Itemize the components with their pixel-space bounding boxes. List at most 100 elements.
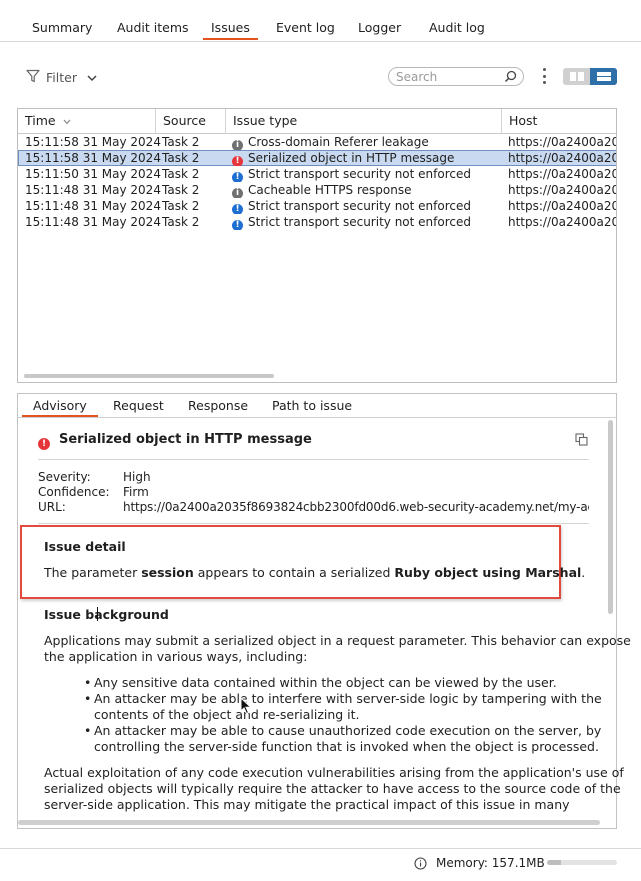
search-icon[interactable] [504,70,517,86]
cell-source: Task 2 [162,151,200,165]
column-header-issue-type[interactable]: Issue type [225,109,501,133]
main-tab-bar: Summary Audit items Issues Event log Log… [0,0,641,42]
cell-issue-type: i Cross-domain Referer leakage [232,134,429,150]
text-cursor [97,607,98,621]
tab-summary[interactable]: Summary [32,20,92,35]
column-label: Time [25,113,56,128]
chevron-down-icon [87,70,97,85]
table-row[interactable]: 15:11:48 31 May 2024 Task 2 ! Strict transp… [18,214,616,230]
advisory-vertical-scrollbar[interactable] [608,420,613,614]
table-horizontal-scrollbar[interactable] [24,374,274,378]
issue-background-heading: Issue background [44,607,169,622]
cell-host: https://0a2400a2035 [508,135,616,149]
background-intro: Applications may submit a serialized obj… [44,633,631,665]
copy-icon[interactable] [575,433,588,449]
cell-source: Task 2 [162,215,200,229]
cell-time: 15:11:48 31 May 2024 [25,199,161,213]
parameter-name: session [141,565,194,580]
cell-time: 15:11:48 31 May 2024 [25,215,161,229]
memory-usage-text: Memory: 157.1MB [436,856,545,870]
background-bullet-list: Any sensitive data contained within the … [84,675,602,755]
alert-icon: ! [38,434,55,450]
column-header-time[interactable]: Time [18,109,155,133]
mouse-pointer-icon [240,696,252,718]
search-input[interactable] [396,69,496,84]
advisory-title: Serialized object in HTTP message [59,432,312,447]
highlight-annotation-box [20,525,561,599]
table-row[interactable]: 15:11:58 31 May 2024 Task 2! Serialized ob… [18,150,616,166]
column-header-source[interactable]: Source [155,109,225,133]
cell-issue-type: i Cacheable HTTPS response [232,182,411,198]
issue-name: Strict transport security not enforced [248,199,471,213]
tab-audit-items[interactable]: Audit items [117,20,189,35]
cell-source: Task 2 [162,167,200,181]
issue-name: Cacheable HTTPS response [248,183,412,197]
table-row[interactable]: 15:11:50 31 May 2024 Task 2! Strict transp… [18,166,616,182]
cell-source: Task 2 [162,183,200,197]
issue-name: Strict transport security not enforced [248,167,471,181]
confidence-label: Confidence: [38,485,110,499]
list-item: Any sensitive data contained within the … [84,675,602,691]
background-outro: Actual exploitation of any code executio… [44,765,624,817]
tab-logger[interactable]: Logger [358,20,401,35]
paragraph-line: Actual exploitation of any code executio… [44,765,624,780]
memory-usage-bar [547,860,617,865]
table-row[interactable]: 15:11:48 31 May 2024 Task 2! Strict transp… [18,198,616,214]
cell-time: 15:11:48 31 May 2024 [25,183,161,197]
alert-icon: ! [232,204,243,214]
paragraph-line: Applications may submit a serialized obj… [44,633,631,648]
column-header-host[interactable]: Host [501,109,616,133]
cell-host: https://0a2400a2035 [508,183,616,197]
paragraph-line: server-side application. This may mitiga… [44,797,570,812]
issue-detail-heading: Issue detail [44,539,126,554]
filter-icon [26,69,40,86]
filter-label: Filter [46,69,77,85]
info-icon: i [232,188,243,198]
cell-issue-type: ! Strict transport security not enforced [232,198,471,214]
issues-table: Time Source Issue type Host 15:11:58 31 … [17,108,617,383]
confidence-value: Firm [123,485,149,499]
alert-icon: ! [232,156,243,166]
issue-name: Strict transport security not enforced [248,215,471,229]
tab-issues[interactable]: Issues [203,20,258,40]
issue-name: Serialized object in HTTP message [248,151,455,165]
serialization-format: Ruby object using Marshal [394,565,582,580]
cell-host: https://0a2400a2035 [508,151,616,165]
list-view-icon[interactable] [590,68,617,85]
issue-detail-text: The parameter session appears to contain… [44,565,586,580]
more-options-icon[interactable] [540,68,548,84]
tab-audit-log[interactable]: Audit log [429,20,485,35]
view-toggle[interactable] [563,68,617,85]
sort-desc-icon [63,113,71,128]
tab-path-to-issue[interactable]: Path to issue [272,398,352,413]
table-row[interactable]: 15:11:58 31 May 2024 Task 2 i Cross-domain … [18,134,616,150]
tab-response[interactable]: Response [188,398,248,413]
url-label: URL: [38,500,66,514]
alert-icon: ! [232,172,243,182]
cell-time: 15:11:58 31 May 2024 [25,151,161,165]
cell-host: https://0a2400a2035 [508,215,616,229]
split-view-icon[interactable] [563,68,590,85]
advisory-horizontal-scrollbar[interactable] [18,820,600,825]
cell-time: 15:11:50 31 May 2024 [25,167,161,181]
divider [38,523,589,524]
severity-label: Severity: [38,470,91,484]
status-bar [0,848,641,881]
filter-button[interactable]: Filter [26,66,97,88]
cell-issue-type: ! Serialized object in HTTP message [232,150,454,166]
memory-usage-fill [547,860,561,865]
issue-name: Cross-domain Referer leakage [248,135,429,149]
table-row[interactable]: 15:11:48 31 May 2024 Task 2 i Cacheable HTT… [18,182,616,198]
cell-issue-type: ! Strict transport security not enforced [232,214,471,230]
cell-source: Task 2 [162,199,200,213]
paragraph-line: serialized objects will typically requir… [44,781,621,796]
search-box[interactable] [388,67,524,86]
tab-advisory[interactable]: Advisory [22,398,98,417]
list-item: An attacker may be able to cause unautho… [84,723,602,755]
tab-event-log[interactable]: Event log [276,20,335,35]
info-icon [414,857,427,873]
info-icon: i [232,140,243,150]
tab-request[interactable]: Request [113,398,164,413]
url-value: https://0a2400a2035f8693824cbb2300fd00d6… [123,500,589,514]
list-item: An attacker may be able to interfere wit… [84,691,602,723]
